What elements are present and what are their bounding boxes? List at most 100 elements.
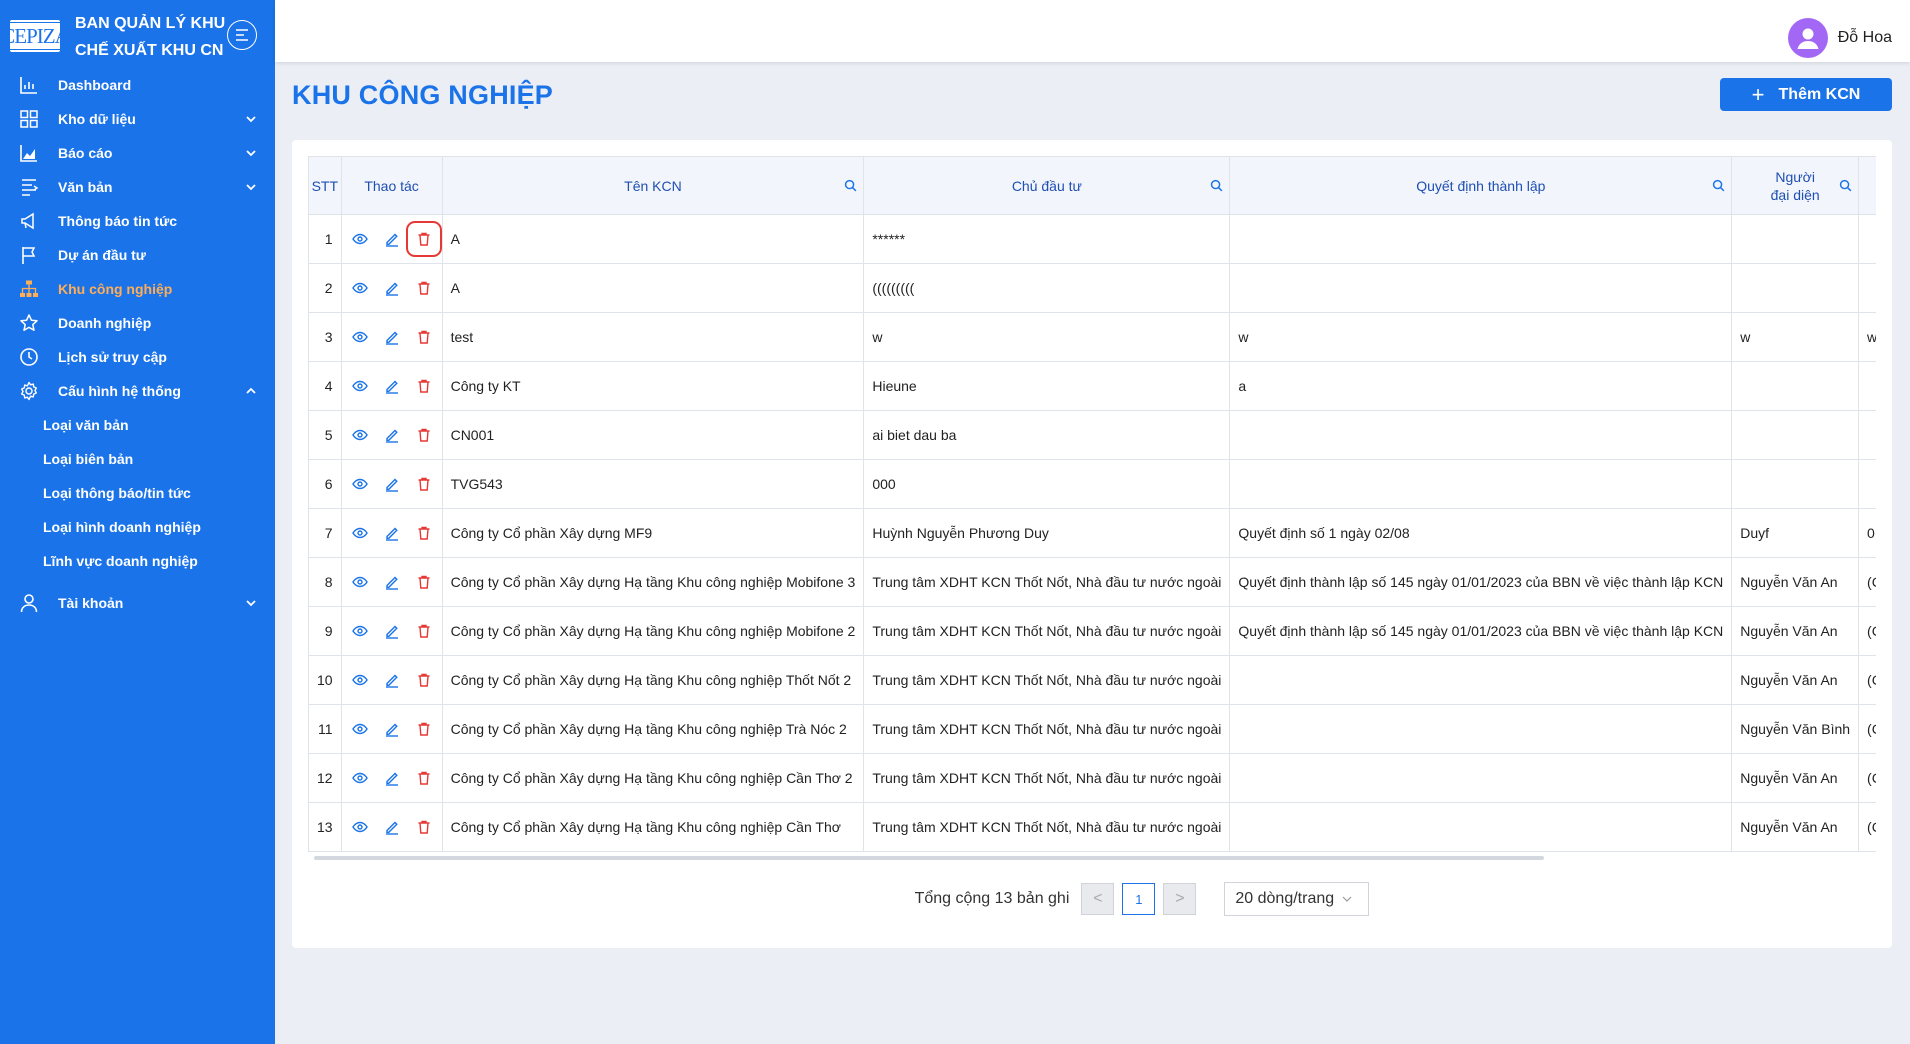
avatar[interactable] [1787,18,1828,58]
user-name[interactable]: Đỗ Hoa [1838,29,1892,47]
delete-button[interactable] [414,376,434,396]
cell-name: Công ty Cổ phần Xây dựng Hạ tầng Khu côn… [441,606,865,656]
edit-button[interactable] [382,327,402,347]
table-row[interactable]: 8 Công ty Cổ phần Xây dựng Hạ tầng Khu cô… [308,557,1876,607]
view-button[interactable] [350,327,370,347]
trash-icon [418,379,430,393]
edit-button[interactable] [382,278,402,298]
sidebar-subitem-0[interactable]: Loại văn bản [0,408,275,442]
user-avatar-icon [1797,28,1819,49]
sidebar-subitem-2[interactable]: Loại thông báo/tin tức [0,476,275,510]
delete-button[interactable] [414,425,434,445]
view-button[interactable] [350,425,370,445]
sidebar-item-6[interactable]: Khu công nghiệp [0,272,275,306]
view-button[interactable] [350,376,370,396]
col-header-actions: Thao tác [340,156,443,215]
edit-button[interactable] [382,670,402,690]
view-button[interactable] [350,719,370,739]
table-row[interactable]: 3testwwww [308,312,1876,362]
cell-actions [340,214,443,264]
table-row[interactable]: 2 A((((((((( [308,263,1876,313]
delete-button[interactable] [414,768,434,788]
delete-button[interactable] [414,327,434,347]
horizontal-scrollbar[interactable] [314,856,1544,860]
edit-button[interactable] [382,376,402,396]
user-menu[interactable]: Đỗ Hoa [1787,18,1892,58]
page-size-select[interactable]: 20 dòng/trang [1224,882,1370,916]
view-button[interactable] [350,572,370,592]
view-button[interactable] [350,670,370,690]
cell-investor: Trung tâm XDHT KCN Thốt Nốt, Nhà đầu tư … [863,606,1231,656]
edit-button[interactable] [382,719,402,739]
cell-actions [340,655,443,705]
gear-icon [21,381,37,401]
table-row[interactable]: 9 Công ty Cổ phần Xây dựng Hạ tầng Khu cô… [308,606,1876,656]
search-icon[interactable] [1712,179,1725,192]
edit-button[interactable] [382,523,402,543]
view-button[interactable] [350,474,370,494]
delete-button[interactable] [414,670,434,690]
sidebar-item-4[interactable]: Thông báo tin tức [0,204,275,238]
edit-button[interactable] [382,425,402,445]
table-row[interactable]: 4 Công ty KT Hieune a [308,361,1876,411]
cell-investor: ((((((((( [863,263,1231,313]
sidebar-item-9[interactable]: Cấu hình hệ thống [0,374,275,408]
edit-button[interactable] [382,229,402,249]
delete-button[interactable] [414,817,434,837]
collapse-sidebar-button[interactable] [227,20,257,50]
delete-button[interactable] [414,523,434,543]
delete-button[interactable] [414,474,434,494]
cell-stt: 5 [308,410,342,460]
cell-name: Công ty Cổ phần Xây dựng Hạ tầng Khu côn… [441,704,865,754]
cell-overflow: (C [1858,655,1876,705]
edit-button[interactable] [382,572,402,592]
sidebar-item-0[interactable]: Dashboard [0,68,275,102]
edit-button[interactable] [382,474,402,494]
view-button[interactable] [350,523,370,543]
trash-icon [418,575,430,589]
cell-decision [1229,263,1733,313]
delete-button[interactable] [414,719,434,739]
search-icon[interactable] [844,179,857,192]
table-row[interactable]: 10 Công ty Cổ phần Xây dựng Hạ tầng Khu c… [308,655,1876,705]
table-row[interactable]: 13 Công ty Cổ phần Xây dựng Hạ tầng Khu c… [308,802,1876,852]
search-icon[interactable] [1839,179,1852,192]
edit-button[interactable] [382,768,402,788]
view-button[interactable] [350,278,370,298]
table-row[interactable]: 5 CN001 ai biet dau ba [308,410,1876,460]
view-button[interactable] [350,229,370,249]
eye-icon [351,527,368,539]
table-row[interactable]: 6 TVG543 000 [308,459,1876,509]
view-button[interactable] [350,621,370,641]
delete-button[interactable] [405,221,442,257]
sidebar-item-icon [18,142,40,164]
sidebar-subitem-1[interactable]: Loại biên bản [0,442,275,476]
sidebar-item-8[interactable]: Lịch sử truy cập [0,340,275,374]
delete-button[interactable] [414,621,434,641]
edit-button[interactable] [382,621,402,641]
edit-button[interactable] [382,817,402,837]
sidebar-item-1[interactable]: Kho dữ liệu [0,102,275,136]
sidebar-subitem-4[interactable]: Lĩnh vực doanh nghiệp [0,544,275,578]
sidebar-subitem-3[interactable]: Loại hình doanh nghiệp [0,510,275,544]
sidebar-item-5[interactable]: Dự án đầu tư [0,238,275,272]
table-row[interactable]: 7 Công ty Cổ phần Xây dựng MF9 Huỳnh Nguyễ… [308,508,1876,558]
prev-page-button[interactable]: < [1081,883,1115,915]
sidebar-item-7[interactable]: Doanh nghiệp [0,306,275,340]
search-icon[interactable] [1210,179,1223,192]
cell-actions [340,557,443,607]
sidebar-item-3[interactable]: Văn bản [0,170,275,204]
delete-button[interactable] [414,278,434,298]
next-page-button[interactable]: > [1163,883,1197,915]
sidebar-item-account[interactable]: Tài khoản [0,586,275,620]
table-row[interactable]: 12 Công ty Cổ phần Xây dựng Hạ tầng Khu c… [308,753,1876,803]
table-row[interactable]: 11 Công ty Cổ phần Xây dựng Hạ tầng Khu c… [308,704,1876,754]
delete-button[interactable] [414,572,434,592]
add-kcn-button[interactable]: + Thêm KCN [1720,78,1892,111]
table-row[interactable]: 1 A ****** [308,214,1876,264]
eye-icon [351,772,368,784]
sidebar-item-2[interactable]: Báo cáo [0,136,275,170]
view-button[interactable] [350,768,370,788]
page-number-button[interactable]: 1 [1122,883,1156,915]
view-button[interactable] [350,817,370,837]
